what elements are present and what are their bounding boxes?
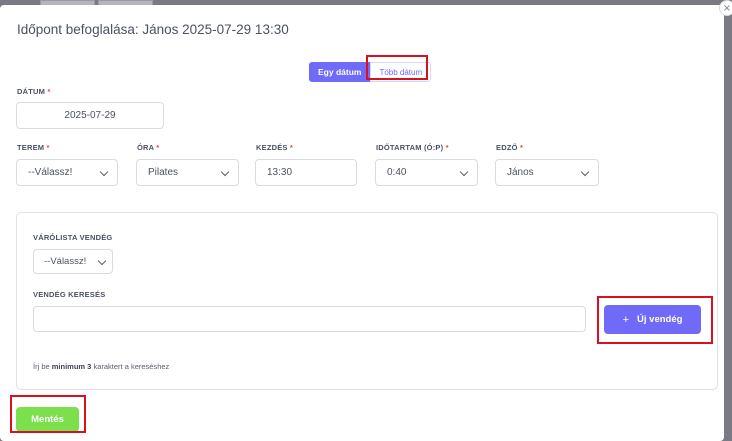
chevron-down-icon bbox=[459, 167, 469, 177]
room-label: TEREM * bbox=[17, 143, 50, 152]
class-select[interactable]: Pilates bbox=[136, 159, 239, 186]
start-label: KEZDÉS * bbox=[256, 143, 294, 152]
search-hint: Írj be minimum 3 karaktert a kereséshez bbox=[33, 362, 170, 371]
chevron-down-icon bbox=[220, 167, 230, 177]
guest-search-input[interactable] bbox=[33, 306, 586, 332]
chevron-down-icon bbox=[99, 167, 109, 177]
trainer-select[interactable]: János bbox=[495, 159, 599, 186]
booking-modal: Időpont befoglalása: János 2025-07-29 13… bbox=[0, 5, 724, 441]
close-icon[interactable]: × bbox=[719, 0, 732, 16]
highlight-box bbox=[10, 395, 86, 433]
waitlist-guest-select[interactable]: --Válassz! bbox=[33, 249, 113, 274]
guest-search-label: VENDÉG KERESÉS bbox=[33, 290, 106, 299]
duration-select[interactable]: 0:40 bbox=[375, 159, 478, 186]
date-input[interactable]: 2025-07-29 bbox=[16, 102, 164, 129]
date-label: DÁTUM * bbox=[17, 87, 51, 96]
chevron-down-icon bbox=[580, 167, 590, 177]
room-select[interactable]: --Válassz! bbox=[16, 159, 118, 186]
start-time-input[interactable]: 13:30 bbox=[255, 159, 357, 186]
highlight-box bbox=[366, 55, 428, 80]
single-date-button[interactable]: Egy dátum bbox=[309, 62, 371, 82]
duration-label: IDŐTARTAM (Ó:P) * bbox=[376, 143, 449, 152]
modal-title: Időpont befoglalása: János 2025-07-29 13… bbox=[17, 22, 289, 37]
trainer-label: EDZŐ * bbox=[496, 143, 524, 152]
highlight-box bbox=[597, 296, 713, 344]
class-label: ÓRA * bbox=[137, 143, 160, 152]
waitlist-label: VÁRÓLISTA VENDÉG bbox=[33, 233, 113, 242]
chevron-down-icon bbox=[97, 256, 107, 266]
